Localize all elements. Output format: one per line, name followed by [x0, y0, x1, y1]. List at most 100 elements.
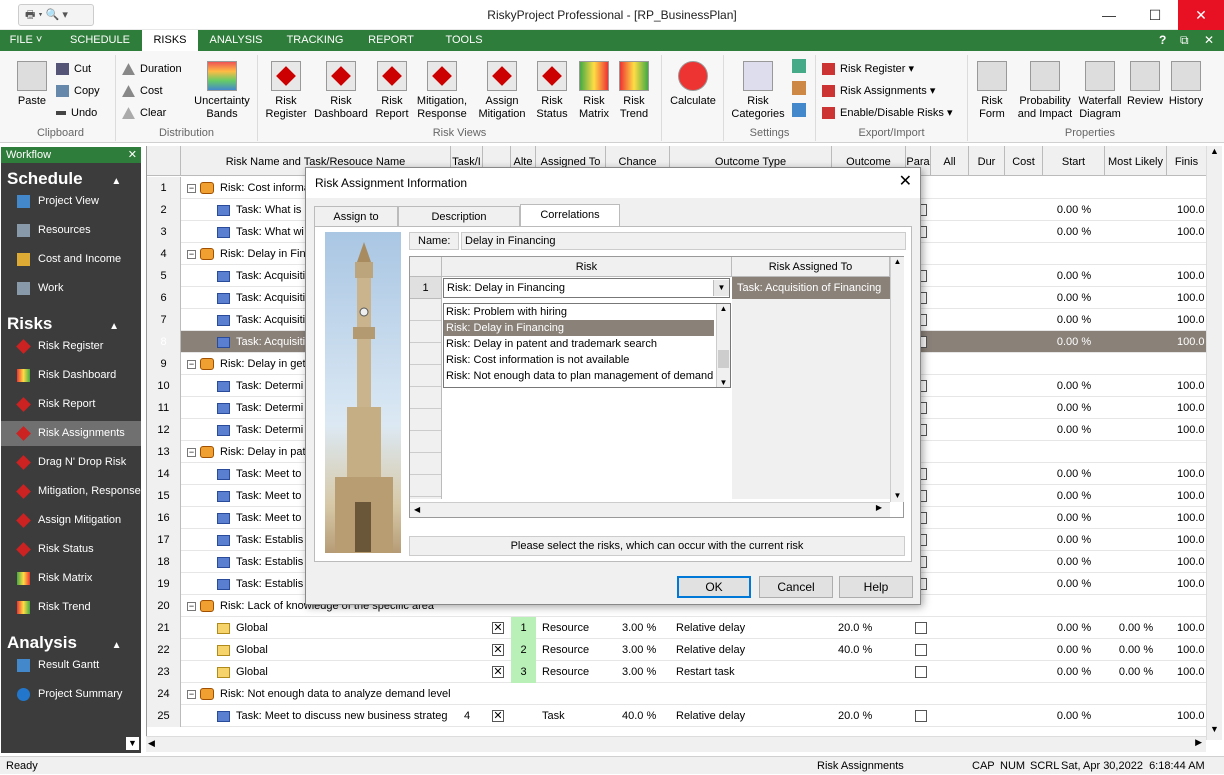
finish-cell[interactable]: 100.0 [1177, 507, 1207, 529]
tab-report[interactable]: REPORT [358, 30, 424, 51]
finish-cell[interactable]: 100.0 [1177, 529, 1207, 551]
workflow-item-risk-trend[interactable]: Risk Trend [1, 595, 141, 620]
workflow-item-resources[interactable]: Resources [1, 218, 141, 243]
collapse-icon[interactable]: − [187, 689, 196, 699]
tab-description[interactable]: Description [398, 206, 520, 226]
row-number[interactable]: 21 [147, 617, 181, 639]
task-name-cell[interactable]: Global [217, 617, 450, 639]
finish-cell[interactable]: 100.0 [1177, 617, 1207, 639]
finish-cell[interactable]: 100.0 [1177, 331, 1207, 353]
risk-name-cell[interactable]: − Risk: Not enough data to analyze demand… [187, 683, 487, 705]
export-risk-register-button[interactable]: Risk Register ▾ [822, 59, 914, 79]
dropdown-option-selected[interactable]: Risk: Delay in Financing [444, 320, 714, 336]
col-header-cost[interactable]: Cost [1005, 146, 1043, 176]
risk-report-view-button[interactable]: Risk Report [368, 61, 416, 121]
dropdown-option[interactable]: Risk: Problem with hiring [444, 304, 714, 320]
col-header-dur[interactable]: Dur [969, 146, 1005, 176]
maximize-button[interactable]: ☐ [1132, 0, 1178, 30]
row-number[interactable]: 16 [147, 507, 181, 529]
assigned-to-cell[interactable]: Resource [542, 661, 606, 683]
dialog-close-icon[interactable]: ✕ [899, 168, 912, 196]
chance-cell[interactable]: 3.00 % [622, 617, 670, 639]
row-number[interactable]: 18 [147, 551, 181, 573]
col-header-all[interactable]: All [931, 146, 969, 176]
tab-tracking[interactable]: TRACKING [276, 30, 354, 51]
alternative-cell[interactable]: 1 [511, 617, 536, 639]
finish-cell[interactable]: 100.0 [1177, 221, 1207, 243]
finish-cell[interactable]: 100.0 [1177, 309, 1207, 331]
close-doc-icon[interactable]: ✕ [1204, 30, 1214, 51]
row-number[interactable]: 13 [147, 441, 181, 463]
task-id-cell[interactable]: 4 [451, 705, 483, 727]
row-number[interactable]: 14 [147, 463, 181, 485]
alternative-cell[interactable]: 3 [511, 661, 536, 683]
outcome-type-cell[interactable]: Restart task [676, 661, 826, 683]
workflow-item-risk-report[interactable]: Risk Report [1, 392, 141, 417]
enabled-checkbox[interactable]: ✕ [492, 644, 504, 656]
clear-button[interactable]: Clear [122, 103, 166, 123]
uncertainty-bands-button[interactable]: Uncertainty Bands [190, 61, 254, 121]
para-checkbox[interactable] [915, 666, 927, 678]
row-number[interactable]: 2 [147, 199, 181, 221]
finish-cell[interactable]: 100.0 [1177, 705, 1207, 727]
workflow-section-analysis[interactable]: Analysis ▲ [7, 633, 122, 653]
collapse-icon[interactable]: − [187, 601, 196, 611]
start-cell[interactable]: 0.00 % [1043, 705, 1105, 727]
risk-dropdown-list[interactable]: Risk: Problem with hiring Risk: Delay in… [443, 303, 731, 388]
duration-button[interactable]: Duration [122, 59, 182, 79]
start-cell[interactable]: 0.00 % [1043, 573, 1105, 595]
start-cell[interactable]: 0.00 % [1043, 287, 1105, 309]
tab-schedule[interactable]: SCHEDULE [60, 30, 140, 51]
calculate-button[interactable]: Calculate [664, 61, 722, 108]
outcome-cell[interactable]: 40.0 % [838, 639, 902, 661]
finish-cell[interactable]: 100.0 [1177, 485, 1207, 507]
task-name-cell[interactable]: Global [217, 639, 450, 661]
workflow-item-cost-income[interactable]: Cost and Income [1, 247, 141, 272]
start-cell[interactable]: 0.00 % [1043, 265, 1105, 287]
enabled-checkbox[interactable]: ✕ [492, 710, 504, 722]
row-number[interactable]: 10 [147, 375, 181, 397]
minimize-button[interactable]: — [1086, 0, 1132, 30]
cg-horizontal-scrollbar[interactable]: ◀ ▶ [410, 502, 890, 517]
finish-cell[interactable]: 100.0 [1177, 375, 1207, 397]
settings-small-icon-3[interactable] [792, 103, 806, 117]
assign-mitigation-view-button[interactable]: Assign Mitigation [476, 61, 528, 121]
workflow-item-result-gantt[interactable]: Result Gantt [1, 653, 141, 678]
dropdown-option[interactable]: Risk: Not enough data to plan management… [444, 368, 714, 384]
workflow-section-schedule[interactable]: Schedule ▲ [7, 169, 121, 189]
para-checkbox[interactable] [915, 622, 927, 634]
start-cell[interactable]: 0.00 % [1043, 639, 1105, 661]
finish-cell[interactable]: 100.0 [1177, 397, 1207, 419]
finish-cell[interactable]: 100.0 [1177, 573, 1207, 595]
workflow-item-risk-dashboard[interactable]: Risk Dashboard [1, 363, 141, 388]
workflow-item-risk-matrix[interactable]: Risk Matrix [1, 566, 141, 591]
workflow-close-icon[interactable]: ✕ [128, 147, 137, 163]
row-number[interactable]: 1 [147, 177, 181, 199]
dropdown-option[interactable]: Risk: Cost information is not available [444, 352, 714, 368]
table-row[interactable]: 24 − Risk: Not enough data to analyze dema… [147, 683, 1222, 705]
task-name-cell[interactable]: Task: Meet to discuss new business strat… [217, 705, 450, 727]
tab-correlations[interactable]: Correlations [520, 204, 620, 227]
row-number[interactable]: 4 [147, 243, 181, 265]
risk-categories-button[interactable]: Risk Categories [728, 61, 788, 121]
row-number[interactable]: 19 [147, 573, 181, 595]
start-cell[interactable]: 0.00 % [1043, 375, 1105, 397]
assigned-to-cell[interactable]: Task [542, 705, 606, 727]
workflow-item-project-summary[interactable]: Project Summary [1, 682, 141, 707]
workflow-scroll-down-icon[interactable]: ▼ [126, 737, 139, 750]
col-header-most-likely[interactable]: Most Likely [1105, 146, 1167, 176]
tab-tools[interactable]: TOOLS [432, 30, 496, 51]
finish-cell[interactable]: 100.0 [1177, 287, 1207, 309]
chance-cell[interactable]: 3.00 % [622, 639, 670, 661]
most-likely-cell[interactable]: 0.00 % [1105, 661, 1167, 683]
workflow-item-assign-mitigation[interactable]: Assign Mitigation [1, 508, 141, 533]
tab-analysis[interactable]: ANALYSIS [200, 30, 272, 51]
cancel-button[interactable]: Cancel [759, 576, 833, 598]
row-number[interactable]: 3 [147, 221, 181, 243]
enabled-checkbox[interactable]: ✕ [492, 622, 504, 634]
col-header-finish[interactable]: Finis [1167, 146, 1207, 176]
enabled-checkbox[interactable]: ✕ [492, 666, 504, 678]
col-header-start[interactable]: Start [1043, 146, 1105, 176]
finish-cell[interactable]: 100.0 [1177, 199, 1207, 221]
waterfall-diagram-button[interactable]: Waterfall Diagram [1074, 61, 1126, 121]
